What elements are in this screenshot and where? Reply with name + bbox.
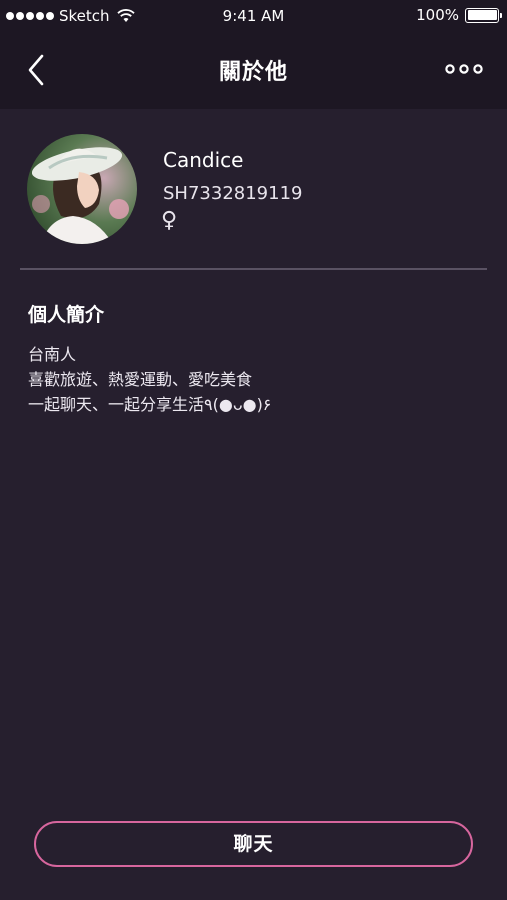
battery-fill bbox=[467, 10, 497, 20]
chat-button[interactable]: 聊天 bbox=[34, 821, 473, 867]
profile-id: SH7332819119 bbox=[163, 183, 303, 204]
more-horizontal-icon[interactable] bbox=[445, 60, 483, 78]
status-right: 100% bbox=[416, 6, 502, 24]
divider bbox=[20, 268, 487, 270]
profile-name: Candice bbox=[163, 148, 244, 172]
nav-bar: 關於他 bbox=[0, 32, 507, 109]
bio-line: 一起聊天、一起分享生活٩(●ᴗ●)۶ bbox=[28, 395, 272, 414]
status-bar: Sketch 9:41 AM 100% bbox=[0, 0, 507, 32]
female-icon: ♀ bbox=[161, 208, 178, 233]
bio-text: 台南人 喜歡旅遊、熱愛運動、愛吃美食 一起聊天、一起分享生活٩(●ᴗ●)۶ bbox=[28, 342, 271, 417]
bio-line: 台南人 bbox=[28, 345, 77, 364]
profile-screen: Sketch 9:41 AM 100% 關於他 Candice SH733281… bbox=[0, 0, 507, 900]
battery-percent: 100% bbox=[416, 6, 459, 24]
page-title: 關於他 bbox=[218, 60, 288, 85]
about-title: 個人簡介 bbox=[28, 304, 105, 326]
battery-icon bbox=[465, 7, 502, 23]
bio-line: 喜歡旅遊、熱愛運動、愛吃美食 bbox=[28, 370, 253, 389]
avatar-image bbox=[27, 134, 137, 244]
avatar[interactable] bbox=[27, 134, 137, 244]
